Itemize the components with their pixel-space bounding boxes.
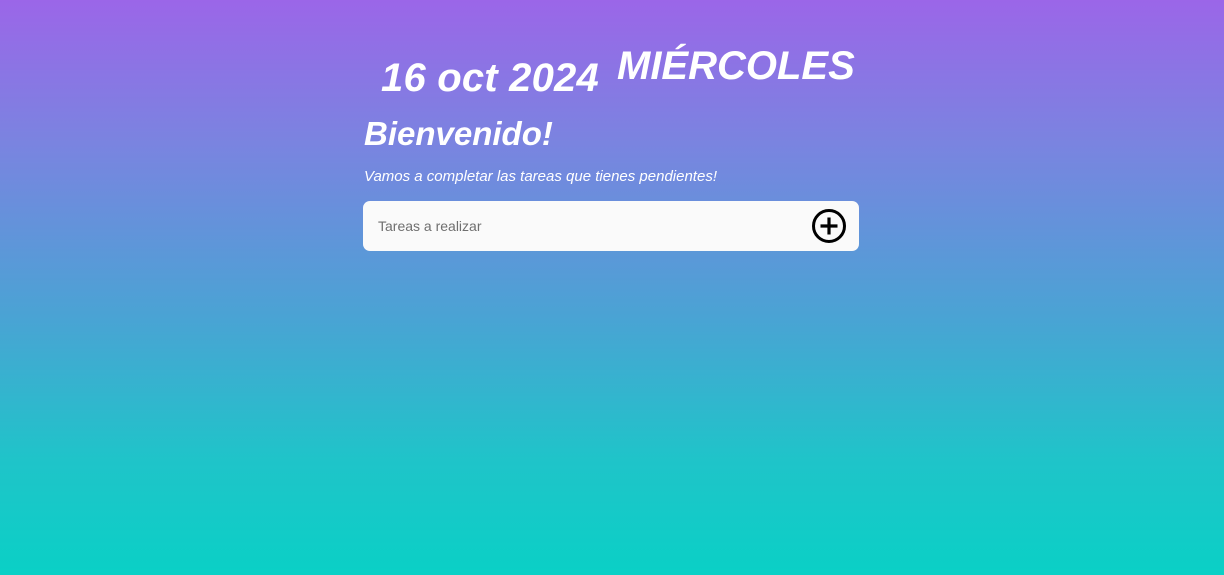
task-form [363,201,859,251]
todo-app: 16 oct 2024 MIÉRCOLES Bienvenido! Vamos … [363,0,859,251]
task-input[interactable] [363,201,811,251]
welcome-subtitle: Vamos a completar las tareas que tienes … [364,168,717,185]
add-task-button[interactable] [811,208,847,244]
date-header: 16 oct 2024 MIÉRCOLES [363,0,859,115]
plus-circle-icon [812,209,846,243]
welcome-title: Bienvenido! [364,115,553,152]
current-date: 16 oct 2024 [381,56,599,100]
current-weekday: MIÉRCOLES [617,44,855,88]
